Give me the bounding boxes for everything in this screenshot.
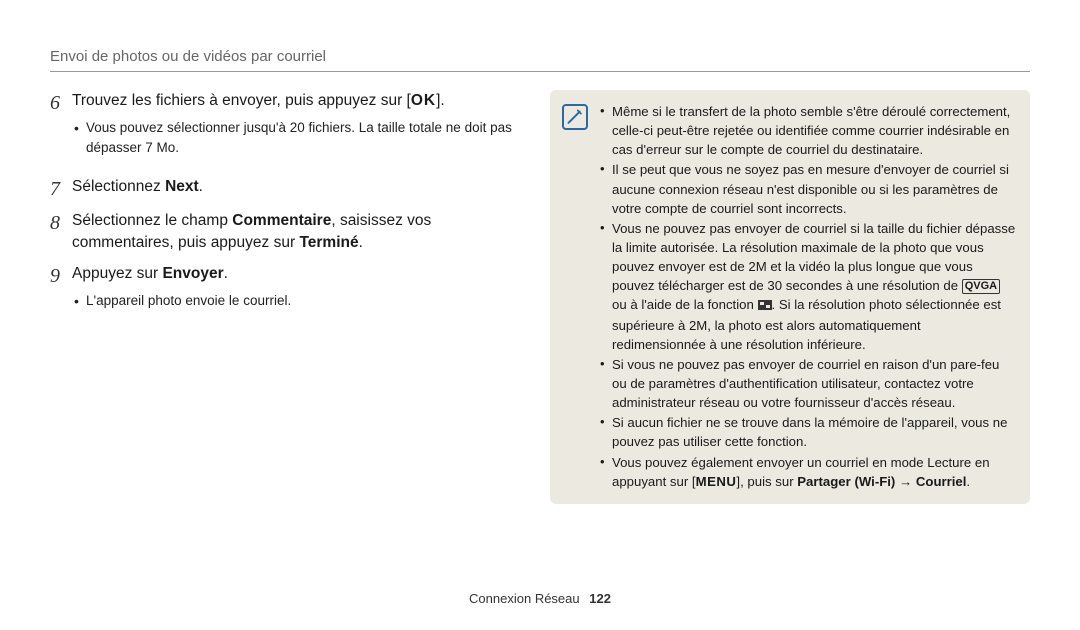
info-item: Même si le transfert de la photo semble …	[598, 102, 1016, 159]
page-number: 122	[589, 591, 611, 606]
steps-column: 6 Trouvez les fichiers à envoyer, puis a…	[50, 90, 520, 504]
step-9: 9 Appuyez sur Envoyer. L'appareil photo …	[50, 263, 520, 321]
info-item: Si vous ne pouvez pas envoyer de courrie…	[598, 355, 1016, 412]
menu-key: MENU	[696, 474, 737, 489]
step-6: 6 Trouvez les fichiers à envoyer, puis a…	[50, 90, 520, 168]
step-body: Trouvez les fichiers à envoyer, puis app…	[72, 90, 520, 168]
step-7: 7 Sélectionnez Next.	[50, 176, 520, 202]
text: Sélectionnez le champ	[72, 212, 232, 229]
text: .	[199, 178, 203, 195]
step-text: Appuyez sur Envoyer.	[72, 263, 520, 285]
step-sublist: Vous pouvez sélectionner jusqu'à 20 fich…	[72, 118, 520, 157]
text: Vous ne pouvez pas envoyer de courriel s…	[612, 221, 1015, 293]
page-title: Envoi de photos ou de vidéos par courrie…	[50, 48, 1030, 65]
info-item: Vous ne pouvez pas envoyer de courriel s…	[598, 219, 1016, 354]
sub-item: L'appareil photo envoie le courriel.	[72, 291, 520, 311]
text: ou à l'aide de la fonction	[612, 297, 758, 312]
record-mode-icon	[758, 296, 772, 315]
note-icon	[562, 104, 588, 130]
text: ], puis sur	[736, 474, 797, 489]
step-text: Sélectionnez le champ Commentaire, saisi…	[72, 210, 520, 255]
arrow: →	[895, 474, 916, 489]
bold: Courriel	[916, 474, 967, 489]
step-text: Trouvez les fichiers à envoyer, puis app…	[72, 90, 520, 112]
info-box: Même si le transfert de la photo semble …	[550, 90, 1030, 504]
info-item: Si aucun fichier ne se trouve dans la mé…	[598, 413, 1016, 451]
step-body: Appuyez sur Envoyer. L'appareil photo en…	[72, 263, 520, 321]
bold: Terminé	[299, 234, 358, 251]
text: Appuyez sur	[72, 265, 162, 282]
info-list: Même si le transfert de la photo semble …	[598, 102, 1016, 492]
step-number: 6	[50, 90, 72, 116]
text: .	[224, 265, 228, 282]
info-column: Même si le transfert de la photo semble …	[550, 90, 1030, 504]
page-footer: Connexion Réseau 122	[0, 591, 1080, 606]
bold: Partager (Wi-Fi)	[797, 474, 895, 489]
manual-page: Envoi de photos ou de vidéos par courrie…	[0, 0, 1080, 630]
step-8: 8 Sélectionnez le champ Commentaire, sai…	[50, 210, 520, 255]
step-body: Sélectionnez le champ Commentaire, saisi…	[72, 210, 520, 255]
step-text: Sélectionnez Next.	[72, 176, 520, 198]
step-number: 9	[50, 263, 72, 289]
step-number: 7	[50, 176, 72, 202]
info-item: Vous pouvez également envoyer un courrie…	[598, 453, 1016, 491]
bold: Envoyer	[162, 265, 223, 282]
bold: Next	[165, 178, 199, 195]
step-number: 8	[50, 210, 72, 236]
footer-section: Connexion Réseau	[469, 591, 580, 606]
sub-item: Vous pouvez sélectionner jusqu'à 20 fich…	[72, 118, 520, 157]
ok-key: OK	[411, 92, 436, 109]
bold: Commentaire	[232, 212, 331, 229]
step-sublist: L'appareil photo envoie le courriel.	[72, 291, 520, 311]
text: ].	[436, 92, 445, 109]
text: .	[359, 234, 363, 251]
text: Trouvez les fichiers à envoyer, puis app…	[72, 92, 411, 109]
step-body: Sélectionnez Next.	[72, 176, 520, 198]
info-item: Il se peut que vous ne soyez pas en mesu…	[598, 160, 1016, 217]
qvga-tag: QVGA	[962, 279, 1000, 294]
text: Sélectionnez	[72, 178, 165, 195]
text: .	[966, 474, 970, 489]
header-rule	[50, 71, 1030, 72]
content-columns: 6 Trouvez les fichiers à envoyer, puis a…	[50, 90, 1030, 504]
